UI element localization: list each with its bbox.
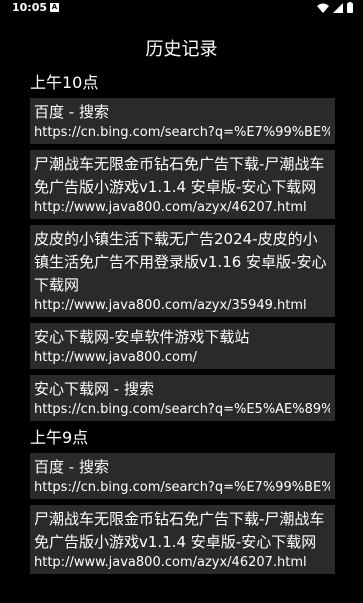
history-entry[interactable]: 安心下载网 - 搜索 https://cn.bing.com/search?q=… bbox=[30, 375, 335, 421]
wifi-icon bbox=[317, 3, 329, 13]
history-entry[interactable]: 百度 - 搜索 https://cn.bing.com/search?q=%E7… bbox=[30, 453, 335, 499]
history-list: 上午10点 百度 - 搜索 https://cn.bing.com/search… bbox=[0, 70, 363, 580]
notification-icon: A bbox=[50, 3, 59, 12]
status-time: 10:05 bbox=[12, 1, 48, 14]
entry-url: https://cn.bing.com/search?q=%E7%99%BE%E… bbox=[34, 480, 330, 495]
battery-icon bbox=[347, 2, 353, 13]
history-entry[interactable]: 百度 - 搜索 https://cn.bing.com/search?q=%E7… bbox=[30, 98, 335, 144]
status-bar: 10:05 A bbox=[0, 0, 363, 16]
entry-title: 皮皮的小镇生活下载无广告2024-皮皮的小镇生活免广告不用登录版v1.16 安卓… bbox=[34, 230, 327, 294]
entry-title: 尸潮战车无限金币钻石免广告下载-尸潮战车免广告版小游戏v1.1.4 安卓版-安心… bbox=[34, 510, 325, 551]
entry-url: http://www.java800.com/ bbox=[34, 350, 197, 365]
history-entry[interactable]: 皮皮的小镇生活下载无广告2024-皮皮的小镇生活免广告不用登录版v1.16 安卓… bbox=[30, 225, 335, 317]
group-label: 上午9点 bbox=[30, 428, 89, 447]
entry-title: 百度 - 搜索 bbox=[34, 458, 109, 476]
entry-url: http://www.java800.com/azyx/46207.html bbox=[34, 200, 307, 215]
history-entry[interactable]: 尸潮战车无限金币钻石免广告下载-尸潮战车免广告版小游戏v1.1.4 安卓版-安心… bbox=[30, 505, 335, 574]
entry-title: 百度 - 搜索 bbox=[34, 103, 109, 121]
history-entry[interactable]: 安心下载网-安卓软件游戏下载站 http://www.java800.com/ bbox=[30, 323, 335, 369]
signal-icon bbox=[333, 2, 343, 13]
status-icons bbox=[317, 2, 353, 13]
entry-url: https://cn.bing.com/search?q=%E5%AE%89%E… bbox=[34, 402, 330, 417]
entry-url: http://www.java800.com/azyx/35949.html bbox=[34, 298, 307, 313]
entry-title: 安心下载网 - 搜索 bbox=[34, 380, 154, 398]
entry-title: 安心下载网-安卓软件游戏下载站 bbox=[34, 328, 250, 346]
entry-title: 尸潮战车无限金币钻石免广告下载-尸潮战车免广告版小游戏v1.1.4 安卓版-安心… bbox=[34, 155, 325, 196]
history-entry[interactable]: 尸潮战车无限金币钻石免广告下载-尸潮战车免广告版小游戏v1.1.4 安卓版-安心… bbox=[30, 150, 335, 219]
entry-url: https://cn.bing.com/search?q=%E7%99%BE%E… bbox=[34, 125, 330, 140]
group-label: 上午10点 bbox=[30, 73, 99, 92]
page-title: 历史记录 bbox=[145, 39, 218, 60]
entry-url: http://www.java800.com/azyx/46207.html bbox=[34, 555, 307, 570]
